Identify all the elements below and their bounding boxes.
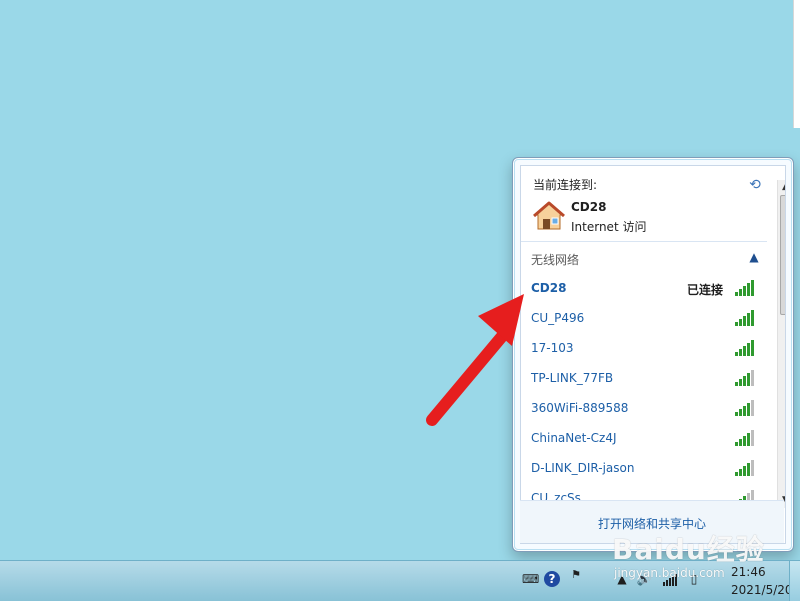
scroll-thumb[interactable] bbox=[780, 195, 785, 315]
signal-strength-icon bbox=[735, 280, 754, 296]
network-item[interactable]: TP-LINK_77FB bbox=[521, 363, 767, 393]
network-item-name: TP-LINK_77FB bbox=[531, 371, 614, 385]
help-icon[interactable]: ? bbox=[544, 571, 560, 587]
network-item-name: 360WiFi-889588 bbox=[531, 401, 629, 415]
network-item[interactable]: D-LINK_DIR-jason bbox=[521, 453, 767, 483]
current-network-access: Internet 访问 bbox=[571, 220, 647, 234]
baidu-watermark: Baidu经验 jingyan.baidu.com bbox=[612, 528, 782, 588]
network-item[interactable]: ChinaNet-Cz4J bbox=[521, 423, 767, 453]
network-item[interactable]: 17-103 bbox=[521, 333, 767, 363]
network-list: CD28 已连接 CU_P496 17-103 TP-LINK_77FB 360… bbox=[521, 273, 767, 503]
network-item-status: 已连接 bbox=[687, 283, 724, 297]
signal-strength-icon bbox=[735, 370, 754, 386]
flyout-content: 当前连接到: ⟲ CD28 Internet 访问 无线网络 ▲ CD28 已连… bbox=[520, 165, 786, 544]
network-item[interactable]: CU_P496 bbox=[521, 303, 767, 333]
chevron-up-icon[interactable]: ▲ bbox=[747, 250, 761, 264]
signal-strength-icon bbox=[735, 430, 754, 446]
network-item-name: D-LINK_DIR-jason bbox=[531, 461, 635, 475]
network-list-scrollbar[interactable]: ▲ ▼ bbox=[777, 180, 785, 508]
keyboard-icon[interactable]: ⌨ bbox=[522, 571, 539, 587]
current-network-name: CD28 bbox=[571, 200, 607, 214]
network-item[interactable]: 360WiFi-889588 bbox=[521, 393, 767, 423]
connected-section: 当前连接到: ⟲ CD28 Internet 访问 bbox=[521, 166, 767, 242]
scroll-up-icon[interactable]: ▲ bbox=[778, 180, 785, 195]
signal-strength-icon bbox=[735, 460, 754, 476]
network-flyout: 当前连接到: ⟲ CD28 Internet 访问 无线网络 ▲ CD28 已连… bbox=[512, 157, 794, 552]
red-arrow-icon bbox=[426, 294, 524, 426]
network-item-name: ChinaNet-Cz4J bbox=[531, 431, 617, 445]
network-item[interactable]: CD28 已连接 bbox=[521, 273, 767, 303]
connected-title: 当前连接到: bbox=[533, 178, 598, 192]
wireless-section-title: 无线网络 bbox=[531, 253, 580, 267]
watermark-url: jingyan.baidu.com bbox=[614, 566, 725, 580]
wireless-section-header: 无线网络 ▲ bbox=[521, 242, 767, 272]
house-icon bbox=[533, 201, 565, 230]
flag-icon[interactable]: ⚑ bbox=[568, 567, 584, 583]
signal-strength-icon bbox=[735, 400, 754, 416]
window-edge bbox=[793, 0, 800, 128]
signal-strength-icon bbox=[735, 310, 754, 326]
watermark-logo: Baidu经验 bbox=[612, 533, 765, 566]
show-desktop-button[interactable] bbox=[789, 561, 800, 601]
signal-strength-icon bbox=[735, 340, 754, 356]
refresh-icon[interactable]: ⟲ bbox=[747, 177, 763, 193]
